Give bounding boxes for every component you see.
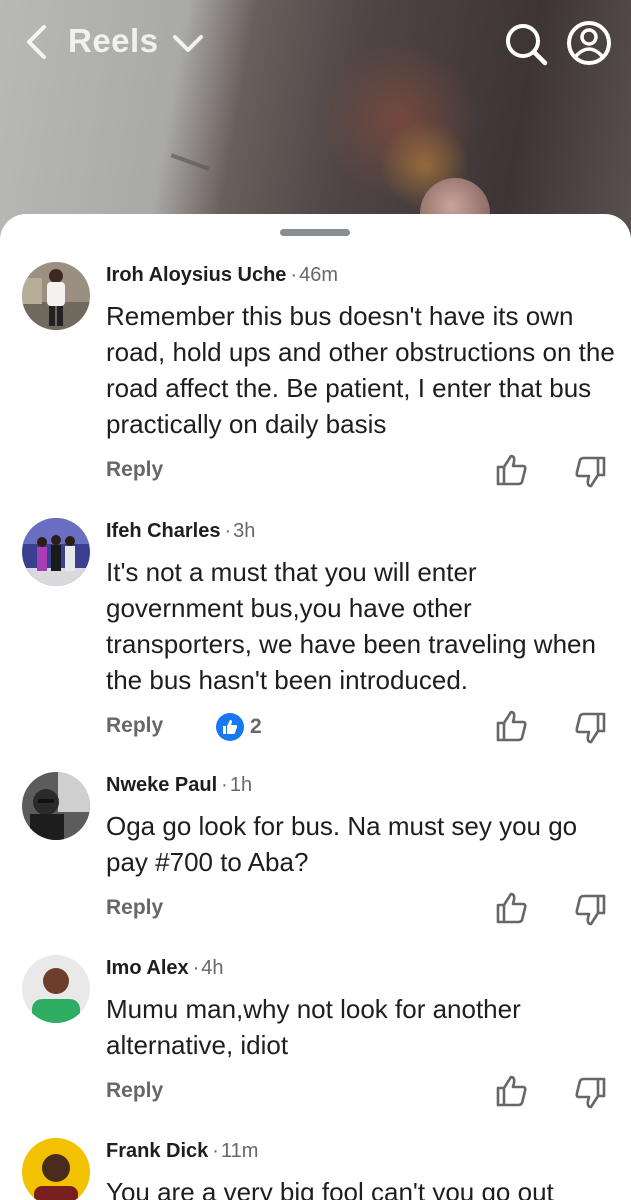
comment-author[interactable]: Imo Alex	[106, 957, 189, 979]
avatar[interactable]	[22, 262, 90, 330]
separator-dot: ·	[212, 1140, 219, 1162]
reels-dropdown-button[interactable]	[170, 28, 206, 58]
avatar[interactable]	[22, 955, 90, 1023]
back-button[interactable]	[16, 20, 56, 64]
reaction-count: 2	[250, 715, 262, 738]
separator-dot: ·	[290, 264, 298, 286]
separator-dot: ·	[221, 774, 228, 796]
comment-text: Mumu man,why not look for another altern…	[106, 994, 521, 1060]
like-button[interactable]	[494, 452, 530, 488]
video-detail	[170, 153, 210, 171]
comment-author[interactable]: Iroh Aloysius Uche	[106, 264, 286, 286]
thumbs-down-icon	[575, 456, 606, 488]
comment-header: Iroh Aloysius Uche · 46m	[106, 264, 338, 287]
avatar[interactable]	[22, 1138, 90, 1200]
avatar[interactable]	[22, 772, 90, 840]
thumbs-up-icon	[496, 710, 527, 742]
comment-text: It's not a must that you will enter gove…	[106, 557, 596, 695]
comment-author[interactable]: Nweke Paul	[106, 774, 217, 796]
reaction-summary[interactable]: 2	[216, 713, 262, 741]
comment-header: Imo Alex · 4h	[106, 957, 224, 980]
like-reaction-badge	[216, 713, 244, 741]
thumbs-up-icon	[223, 720, 237, 734]
separator-dot: ·	[224, 520, 232, 542]
comment-header: Frank Dick · 11m	[106, 1140, 258, 1163]
dislike-button[interactable]	[572, 454, 608, 490]
thumbs-up-icon	[496, 892, 527, 924]
reply-button[interactable]: Reply	[106, 714, 163, 738]
search-button[interactable]	[500, 18, 552, 70]
comment-time: 4h	[201, 957, 224, 979]
dislike-button[interactable]	[572, 1075, 608, 1111]
comment-time: 11m	[220, 1140, 259, 1162]
comment-time: 1h	[229, 774, 253, 796]
thumbs-up-icon	[496, 1075, 527, 1107]
thumbs-down-icon	[575, 1077, 606, 1109]
comment-time: 3h	[233, 520, 256, 542]
thumbs-down-icon	[575, 894, 606, 926]
comment-text: Remember this bus doesn't have its own r…	[106, 301, 615, 439]
comment-time: 46m	[299, 264, 338, 286]
comment-text: You are a very big fool can't you go out	[106, 1177, 554, 1200]
thumbs-down-icon	[575, 712, 606, 744]
comment-header: Ifeh Charles · 3h	[106, 520, 255, 543]
comments-sheet: Iroh Aloysius Uche · 46m Remember this bus…	[0, 214, 631, 1200]
dislike-button[interactable]	[572, 892, 608, 928]
reply-button[interactable]: Reply	[106, 896, 163, 920]
avatar[interactable]	[22, 518, 90, 586]
top-bar: Reels	[0, 0, 631, 90]
like-button[interactable]	[494, 1073, 530, 1109]
reply-button[interactable]: Reply	[106, 1079, 163, 1103]
comment-author[interactable]: Ifeh Charles	[106, 520, 220, 542]
profile-button[interactable]	[562, 16, 616, 70]
profile-icon	[567, 21, 611, 65]
comment-author[interactable]: Frank Dick	[106, 1140, 208, 1162]
search-icon	[506, 24, 548, 66]
chevron-down-icon	[173, 35, 203, 52]
thumbs-up-icon	[496, 454, 527, 486]
sheet-drag-handle[interactable]	[280, 229, 350, 236]
page-title[interactable]: Reels	[68, 22, 159, 60]
chevron-left-icon	[27, 25, 46, 59]
like-button[interactable]	[494, 708, 530, 744]
dislike-button[interactable]	[572, 710, 608, 746]
comment-text: Oga go look for bus. Na must sey you go …	[106, 811, 578, 877]
like-button[interactable]	[494, 890, 530, 926]
reply-button[interactable]: Reply	[106, 458, 163, 482]
comment-header: Nweke Paul · 1h	[106, 774, 252, 797]
separator-dot: ·	[192, 957, 200, 979]
